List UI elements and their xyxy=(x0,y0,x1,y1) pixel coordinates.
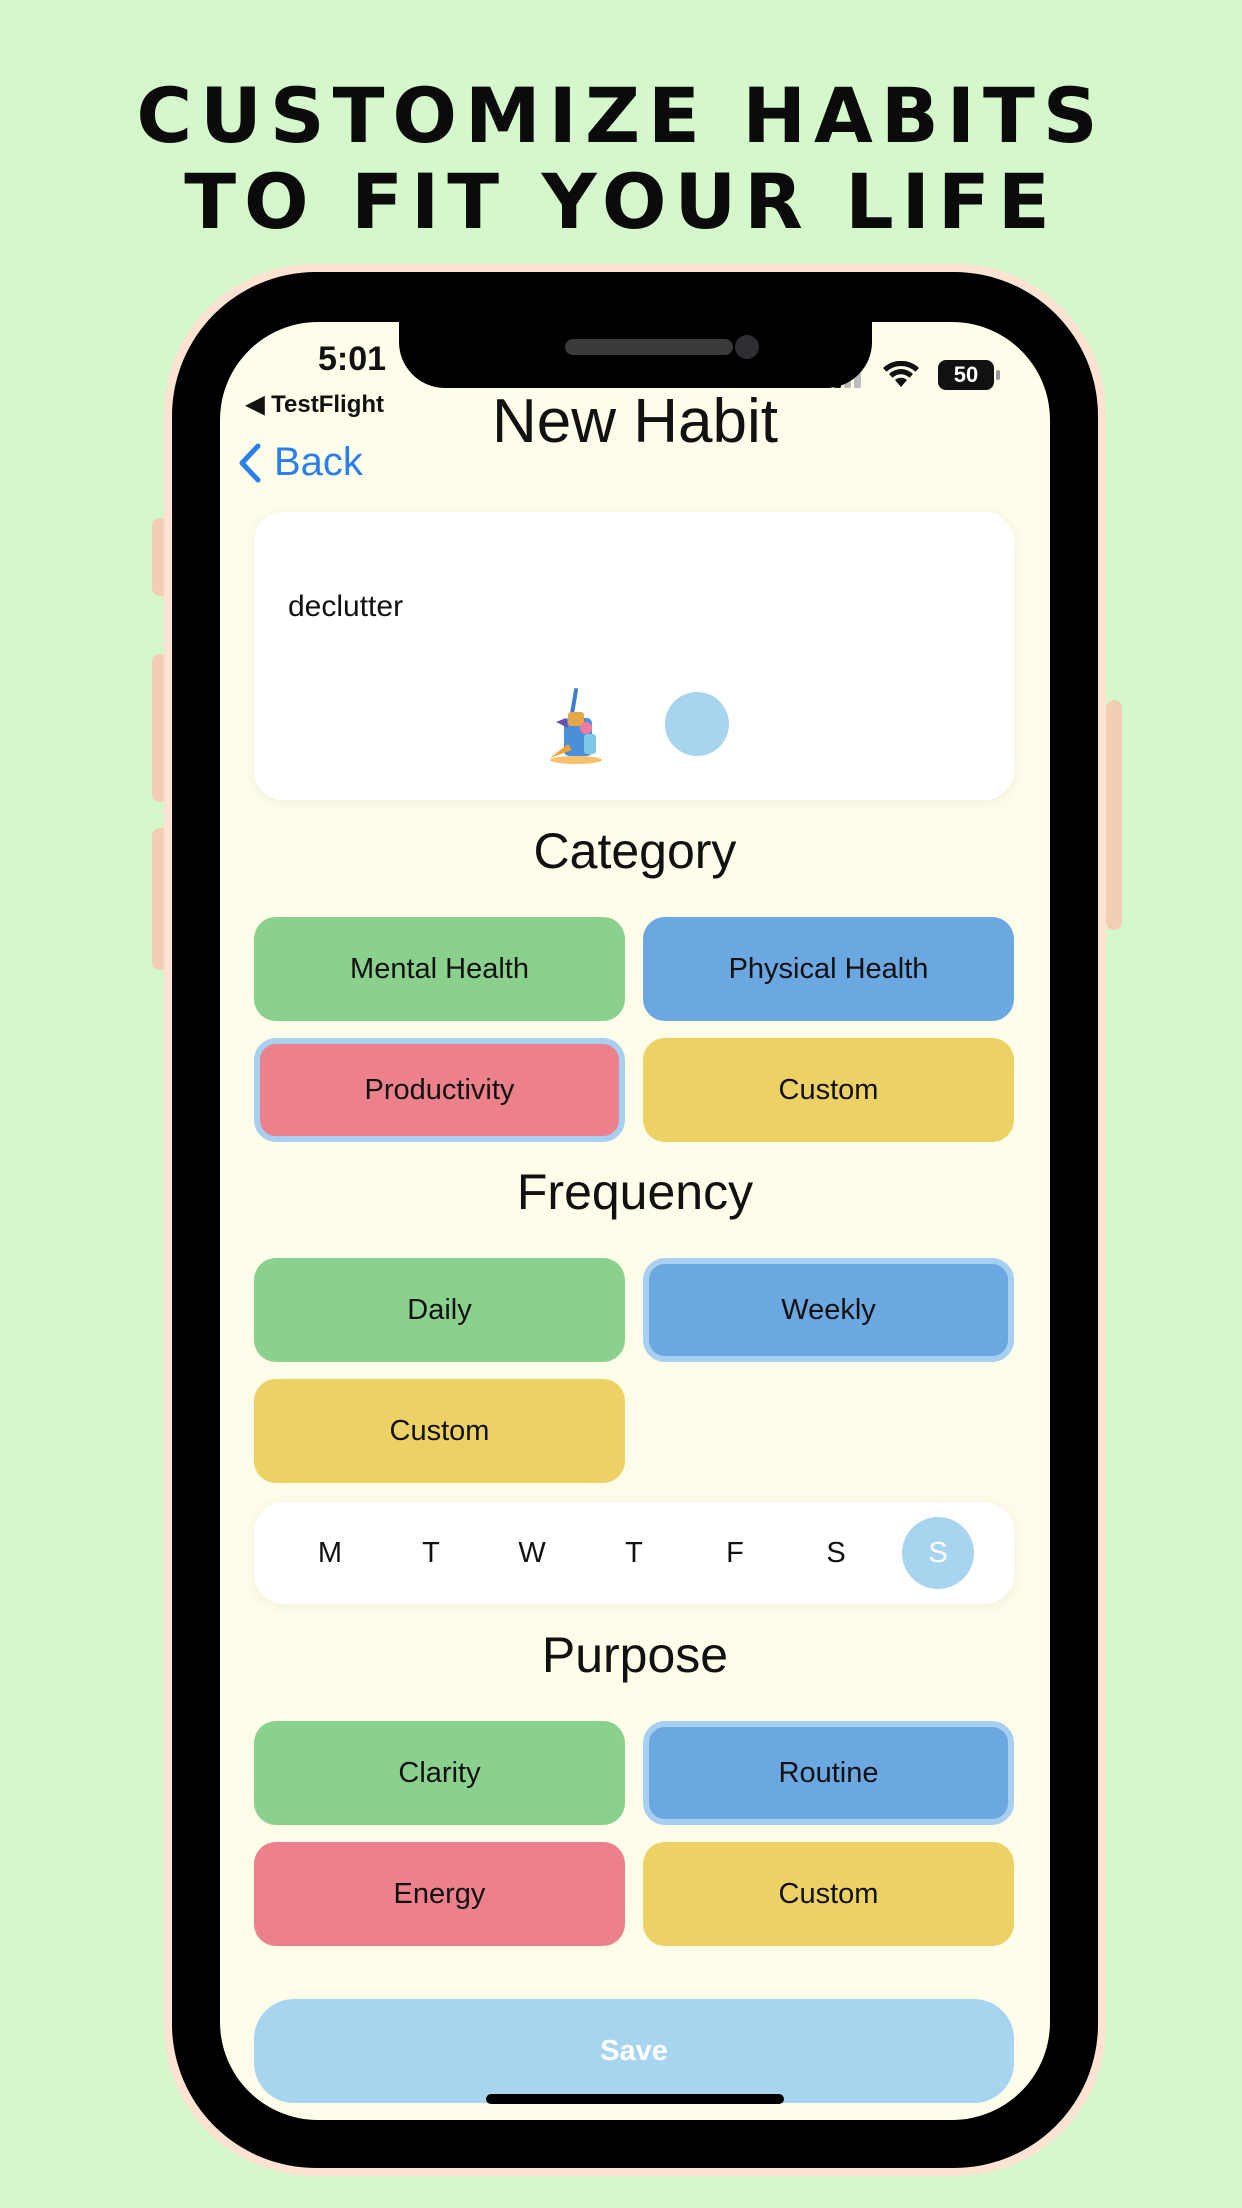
power-button xyxy=(1106,700,1122,930)
phone-screen: 5:01 ◀ TestFlight 50 New Habit Back decl… xyxy=(220,322,1050,2120)
habit-name-field[interactable]: declutter xyxy=(288,590,403,624)
broom-bucket-icon[interactable] xyxy=(546,688,606,766)
headline-line-2: TO FIT YOUR LIFE xyxy=(184,157,1058,246)
day-sunday[interactable]: S xyxy=(902,1517,974,1589)
day-monday[interactable]: M xyxy=(294,1517,366,1589)
purpose-title: Purpose xyxy=(541,1627,729,1683)
category-title: Category xyxy=(533,823,737,879)
habit-color-swatch[interactable] xyxy=(665,692,729,756)
category-productivity[interactable]: Productivity xyxy=(254,1038,625,1142)
frequency-daily[interactable]: Daily xyxy=(254,1258,625,1362)
category-custom[interactable]: Custom xyxy=(643,1038,1014,1142)
home-indicator[interactable] xyxy=(486,2094,784,2104)
headline-line-1: CUSTOMIZE HABITS xyxy=(136,71,1106,160)
phone-notch xyxy=(399,322,872,388)
back-label: Back xyxy=(274,440,363,484)
frequency-title: Frequency xyxy=(516,1164,754,1220)
frequency-custom[interactable]: Custom xyxy=(254,1379,625,1483)
wifi-icon xyxy=(883,361,919,387)
day-tuesday[interactable]: T xyxy=(395,1517,467,1589)
category-mental-health[interactable]: Mental Health xyxy=(254,917,625,1021)
category-physical-health[interactable]: Physical Health xyxy=(643,917,1014,1021)
purpose-clarity[interactable]: Clarity xyxy=(254,1721,625,1825)
habit-card: declutter xyxy=(254,512,1014,800)
day-picker: M T W T F S S xyxy=(254,1502,1014,1604)
purpose-routine[interactable]: Routine xyxy=(643,1721,1014,1825)
day-friday[interactable]: F xyxy=(699,1517,771,1589)
purpose-energy[interactable]: Energy xyxy=(254,1842,625,1946)
day-wednesday[interactable]: W xyxy=(496,1517,568,1589)
chevron-left-icon xyxy=(239,443,261,482)
day-saturday[interactable]: S xyxy=(800,1517,872,1589)
save-button[interactable]: Save xyxy=(254,1999,1014,2103)
earpiece-speaker xyxy=(565,339,733,355)
back-button[interactable]: Back xyxy=(238,440,363,485)
status-time: 5:01 xyxy=(318,340,387,378)
frequency-weekly[interactable]: Weekly xyxy=(643,1258,1014,1362)
purpose-custom[interactable]: Custom xyxy=(643,1842,1014,1946)
day-thursday[interactable]: T xyxy=(598,1517,670,1589)
front-camera xyxy=(735,335,759,359)
